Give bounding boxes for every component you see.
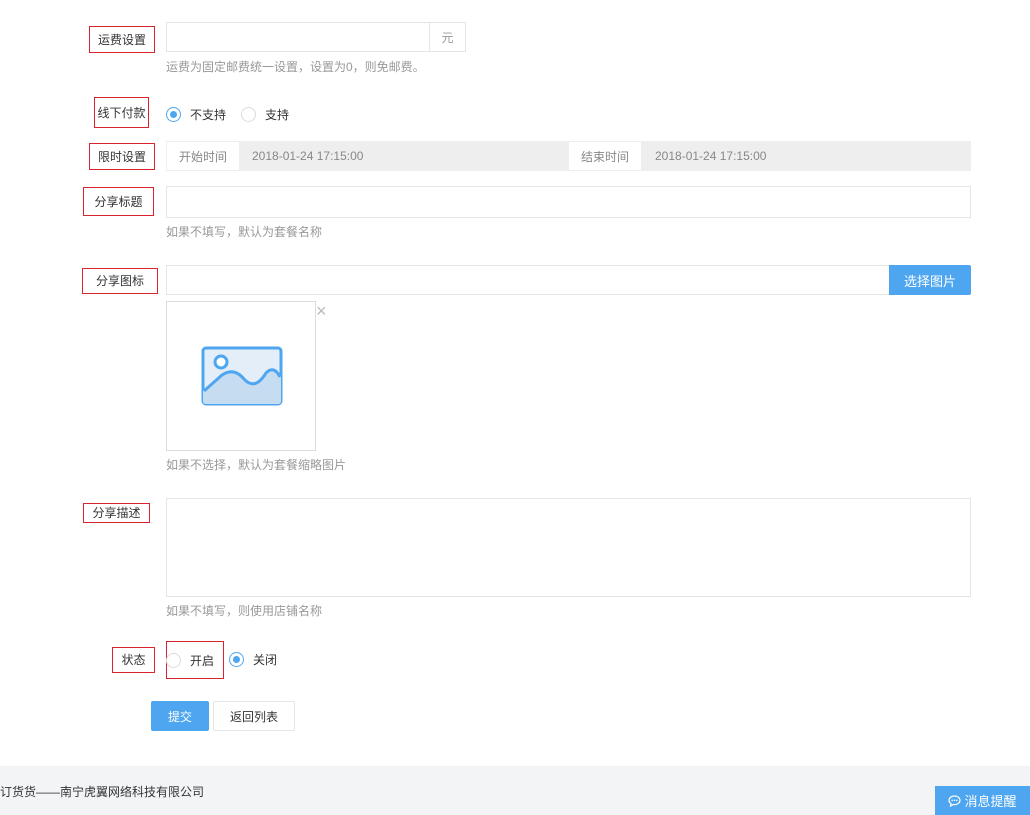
share-desc-label: 分享描述	[83, 503, 150, 523]
message-notify-button[interactable]: 消息提醒	[935, 786, 1030, 815]
offline-payment-label: 线下付款	[94, 97, 149, 128]
start-time-input[interactable]	[241, 142, 568, 170]
share-title-help-text: 如果不填写，默认为套餐名称	[166, 225, 323, 239]
status-label: 状态	[112, 647, 155, 673]
offline-payment-option-no[interactable]: 不支持	[166, 107, 236, 123]
share-desc-help-text: 如果不填写，则使用店铺名称	[166, 604, 323, 618]
back-to-list-button[interactable]: 返回列表	[213, 701, 295, 731]
radio-checked-icon[interactable]	[166, 107, 181, 122]
shipping-unit-addon: 元	[429, 22, 466, 52]
message-notify-label: 消息提醒	[964, 794, 1017, 809]
share-icon-help-text: 如果不选择，默认为套餐缩略图片	[166, 458, 347, 472]
image-placeholder-icon	[201, 346, 283, 406]
end-time-label: 结束时间	[569, 142, 641, 170]
radio-checked-icon[interactable]	[229, 652, 244, 667]
status-option-label: 关闭	[253, 653, 278, 667]
start-time-label: 开始时间	[167, 142, 239, 170]
shipping-label: 运费设置	[89, 26, 155, 53]
image-preview	[166, 301, 316, 451]
share-icon-input[interactable]	[166, 265, 890, 295]
chat-bubble-icon	[948, 794, 962, 807]
status-option-on[interactable]: 开启	[166, 641, 224, 679]
select-image-button[interactable]: 选择图片	[889, 265, 971, 295]
share-title-input[interactable]	[166, 186, 971, 218]
offline-payment-option-label: 支持	[265, 108, 290, 122]
shipping-fee-input[interactable]	[166, 22, 430, 52]
status-option-off[interactable]: 关闭	[229, 652, 289, 668]
offline-payment-option-label: 不支持	[190, 108, 227, 122]
share-desc-textarea[interactable]	[166, 498, 971, 597]
footer-copyright: 订货货——南宁虎翼网络科技有限公司	[0, 785, 205, 799]
submit-button[interactable]: 提交	[151, 701, 209, 731]
status-option-label: 开启	[190, 654, 215, 668]
share-icon-label: 分享图标	[82, 268, 158, 294]
radio-unchecked-icon[interactable]	[166, 653, 181, 668]
time-limit-label: 限时设置	[89, 143, 155, 170]
shipping-help-text: 运费为固定邮费统一设置，设置为0，则免邮费。	[166, 60, 425, 74]
radio-unchecked-icon[interactable]	[241, 107, 256, 122]
share-title-label: 分享标题	[83, 187, 154, 216]
end-time-input[interactable]	[643, 142, 970, 170]
offline-payment-option-yes[interactable]: 支持	[241, 107, 301, 123]
remove-image-icon[interactable]: ×	[316, 302, 327, 320]
